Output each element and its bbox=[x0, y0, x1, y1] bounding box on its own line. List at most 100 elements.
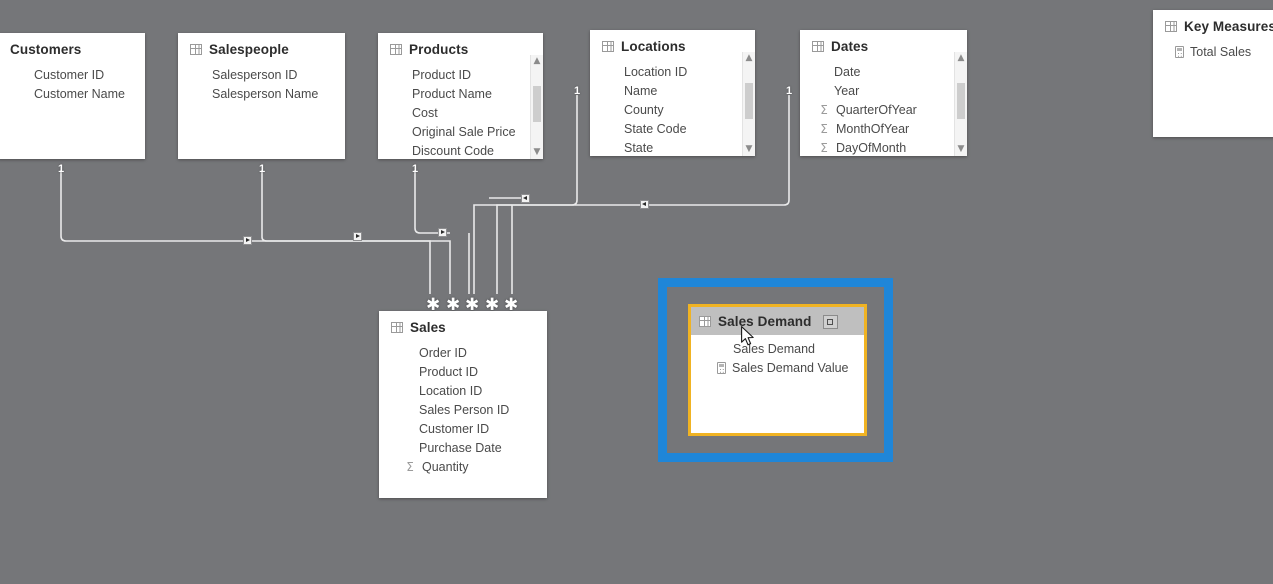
field-list: Sales Demand Sales Demand Value bbox=[691, 335, 864, 377]
table-card-customers[interactable]: Customers Customer ID Customer Name bbox=[0, 33, 145, 159]
table-card-dates[interactable]: Dates Date Year Σ QuarterOfYear Σ MonthOfY… bbox=[800, 30, 967, 156]
table-card-sales[interactable]: Sales Order ID Product ID Location ID Sa… bbox=[379, 311, 547, 498]
table-card-products[interactable]: Products Product ID Product Name Cost Or… bbox=[378, 33, 543, 159]
field-row-clipped[interactable]: Discount Code bbox=[378, 141, 543, 159]
scroll-up-icon[interactable]: ▲ bbox=[531, 55, 543, 68]
field-label: Product ID bbox=[412, 68, 472, 82]
field-row[interactable]: Salesperson ID bbox=[178, 65, 345, 84]
restore-window-icon[interactable] bbox=[822, 314, 838, 329]
table-icon bbox=[699, 316, 711, 327]
table-icon bbox=[391, 322, 403, 333]
scroll-up-icon[interactable]: ▲ bbox=[743, 52, 755, 65]
field-label: Purchase Date bbox=[419, 441, 502, 455]
field-label: Customer Name bbox=[34, 87, 125, 101]
scroll-down-icon[interactable]: ▼ bbox=[955, 143, 967, 156]
field-row[interactable]: Σ MonthOfYear bbox=[800, 119, 967, 138]
field-label: County bbox=[624, 103, 664, 117]
field-row[interactable]: County bbox=[590, 100, 755, 119]
field-row[interactable]: Name bbox=[590, 81, 755, 100]
table-icon bbox=[1165, 21, 1177, 32]
field-row-clipped[interactable]: Σ DayOfMonth bbox=[800, 138, 967, 156]
vertical-scrollbar[interactable]: ▲ ▼ bbox=[742, 52, 755, 156]
field-row[interactable]: Sales Demand bbox=[691, 339, 864, 358]
field-label: QuarterOfYear bbox=[836, 103, 917, 117]
table-card-locations[interactable]: Locations Location ID Name County State … bbox=[590, 30, 755, 156]
highlight-box-inner: Sales Demand Sales Demand Sales Demand V… bbox=[688, 304, 867, 436]
field-row-clipped[interactable]: State bbox=[590, 138, 755, 156]
table-icon bbox=[602, 41, 614, 52]
filter-direction-arrow-icon[interactable] bbox=[353, 232, 362, 241]
field-row[interactable]: Customer ID bbox=[379, 419, 547, 438]
table-title: Dates bbox=[831, 39, 869, 54]
field-list: Customer ID Customer Name bbox=[0, 63, 145, 103]
field-label: Discount Code bbox=[412, 144, 494, 158]
field-label: MonthOfYear bbox=[836, 122, 910, 136]
field-row[interactable]: Sales Person ID bbox=[379, 400, 547, 419]
measure-icon bbox=[717, 361, 726, 374]
table-card-salespeople[interactable]: Salespeople Salesperson ID Salesperson N… bbox=[178, 33, 345, 159]
field-row[interactable]: Customer ID bbox=[0, 65, 145, 84]
vertical-scrollbar[interactable]: ▲ ▼ bbox=[530, 55, 543, 159]
field-label: Location ID bbox=[419, 384, 483, 398]
scrollbar-thumb[interactable] bbox=[745, 83, 753, 119]
model-diagram-canvas[interactable]: 1 1 1 1 1 ✱ ✱ ✱ ✱ ✱ Customers Customer I… bbox=[0, 0, 1273, 584]
field-row[interactable]: State Code bbox=[590, 119, 755, 138]
field-label: Original Sale Price bbox=[412, 125, 516, 139]
field-label: Location ID bbox=[624, 65, 688, 79]
table-header[interactable]: Salespeople bbox=[178, 33, 345, 63]
field-label: Sales Demand Value bbox=[732, 361, 849, 375]
field-label: Product Name bbox=[412, 87, 492, 101]
field-label: State Code bbox=[624, 122, 687, 136]
table-header[interactable]: Locations bbox=[590, 30, 755, 60]
field-row[interactable]: Σ QuarterOfYear bbox=[800, 100, 967, 119]
field-row[interactable]: Total Sales bbox=[1153, 42, 1273, 61]
vertical-scrollbar[interactable]: ▲ ▼ bbox=[954, 52, 967, 156]
field-list: Product ID Product Name Cost Original Sa… bbox=[378, 63, 543, 159]
table-title: Salespeople bbox=[209, 42, 289, 57]
filter-direction-arrow-icon[interactable] bbox=[521, 194, 530, 203]
field-row[interactable]: Location ID bbox=[379, 381, 547, 400]
table-title: Key Measures bbox=[1184, 19, 1273, 34]
field-label: Sales Demand bbox=[733, 342, 815, 356]
filter-direction-arrow-icon[interactable] bbox=[640, 200, 649, 209]
table-icon bbox=[190, 44, 202, 55]
field-row[interactable]: Salesperson Name bbox=[178, 84, 345, 103]
field-row[interactable]: Date bbox=[800, 62, 967, 81]
table-title: Customers bbox=[10, 42, 82, 57]
table-header[interactable]: Sales bbox=[379, 311, 547, 341]
field-row[interactable]: Sales Demand Value bbox=[691, 358, 864, 377]
field-row[interactable]: Location ID bbox=[590, 62, 755, 81]
table-header[interactable]: Dates bbox=[800, 30, 967, 60]
scroll-down-icon[interactable]: ▼ bbox=[743, 143, 755, 156]
table-header[interactable]: Key Measures bbox=[1153, 10, 1273, 40]
field-list: Total Sales bbox=[1153, 40, 1273, 61]
scrollbar-thumb[interactable] bbox=[533, 86, 541, 122]
field-row[interactable]: Order ID bbox=[379, 343, 547, 362]
field-list: Order ID Product ID Location ID Sales Pe… bbox=[379, 341, 547, 476]
scroll-down-icon[interactable]: ▼ bbox=[531, 146, 543, 159]
field-row[interactable]: Product Name bbox=[378, 84, 543, 103]
field-label: Cost bbox=[412, 106, 438, 120]
field-row[interactable]: Year bbox=[800, 81, 967, 100]
field-row[interactable]: Cost bbox=[378, 103, 543, 122]
field-label: Quantity bbox=[422, 460, 469, 474]
field-row[interactable]: Customer Name bbox=[0, 84, 145, 103]
table-header[interactable]: Customers bbox=[0, 33, 145, 63]
field-row[interactable]: Original Sale Price bbox=[378, 122, 543, 141]
field-list: Location ID Name County State Code State bbox=[590, 60, 755, 156]
filter-direction-arrow-icon[interactable] bbox=[243, 236, 252, 245]
table-header[interactable]: Products bbox=[378, 33, 543, 63]
measure-icon bbox=[1175, 45, 1184, 58]
field-label: Product ID bbox=[419, 365, 479, 379]
selected-table-header[interactable]: Sales Demand bbox=[691, 307, 864, 335]
field-row[interactable]: Σ Quantity bbox=[379, 457, 547, 476]
sigma-icon: Σ bbox=[406, 459, 414, 474]
field-label: Name bbox=[624, 84, 658, 98]
field-row[interactable]: Product ID bbox=[379, 362, 547, 381]
table-card-key-measures[interactable]: Key Measures Total Sales bbox=[1153, 10, 1273, 137]
scroll-up-icon[interactable]: ▲ bbox=[955, 52, 967, 65]
filter-direction-arrow-icon[interactable] bbox=[438, 228, 447, 237]
field-row[interactable]: Product ID bbox=[378, 65, 543, 84]
field-row[interactable]: Purchase Date bbox=[379, 438, 547, 457]
scrollbar-thumb[interactable] bbox=[957, 83, 965, 119]
